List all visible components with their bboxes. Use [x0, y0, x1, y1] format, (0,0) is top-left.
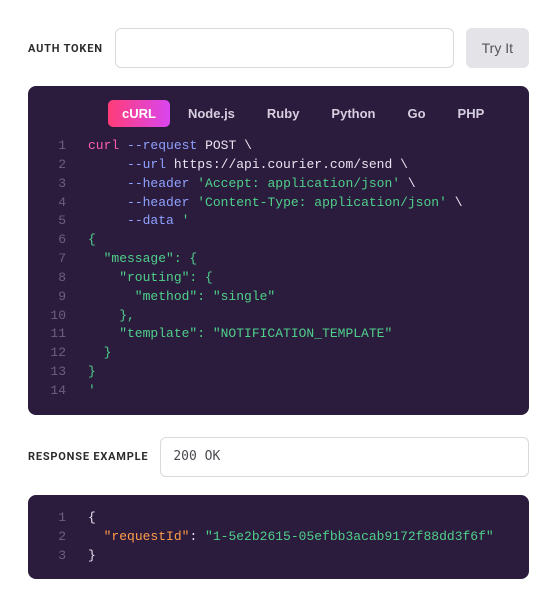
- request-line-gutter: 1234567891011121314: [28, 137, 88, 401]
- auth-row: AUTH TOKEN Try It: [28, 28, 529, 68]
- response-status: 200 OK: [160, 437, 529, 477]
- tab-nodejs[interactable]: Node.js: [174, 100, 249, 127]
- response-code-card: 123 { "requestId": "1-5e2b2615-05efbb3ac…: [28, 495, 529, 580]
- response-line-gutter: 123: [28, 509, 88, 566]
- language-tabs: cURLNode.jsRubyPythonGoPHP: [28, 100, 529, 137]
- request-code-body: 1234567891011121314 curl --request POST …: [28, 137, 529, 401]
- tab-go[interactable]: Go: [393, 100, 439, 127]
- response-example-label: RESPONSE EXAMPLE: [28, 450, 148, 463]
- response-row: RESPONSE EXAMPLE 200 OK: [28, 437, 529, 477]
- request-code[interactable]: curl --request POST \ --url https://api.…: [88, 137, 529, 401]
- tab-python[interactable]: Python: [317, 100, 389, 127]
- response-code-body: 123 { "requestId": "1-5e2b2615-05efbb3ac…: [28, 509, 529, 566]
- auth-token-input[interactable]: [115, 28, 454, 68]
- request-code-card: cURLNode.jsRubyPythonGoPHP 1234567891011…: [28, 86, 529, 415]
- tab-curl[interactable]: cURL: [108, 100, 170, 127]
- response-code[interactable]: { "requestId": "1-5e2b2615-05efbb3acab91…: [88, 509, 529, 566]
- auth-token-label: AUTH TOKEN: [28, 42, 103, 55]
- tab-ruby[interactable]: Ruby: [253, 100, 314, 127]
- tab-php[interactable]: PHP: [444, 100, 499, 127]
- try-it-button[interactable]: Try It: [466, 28, 529, 68]
- response-status-text: 200 OK: [173, 449, 220, 464]
